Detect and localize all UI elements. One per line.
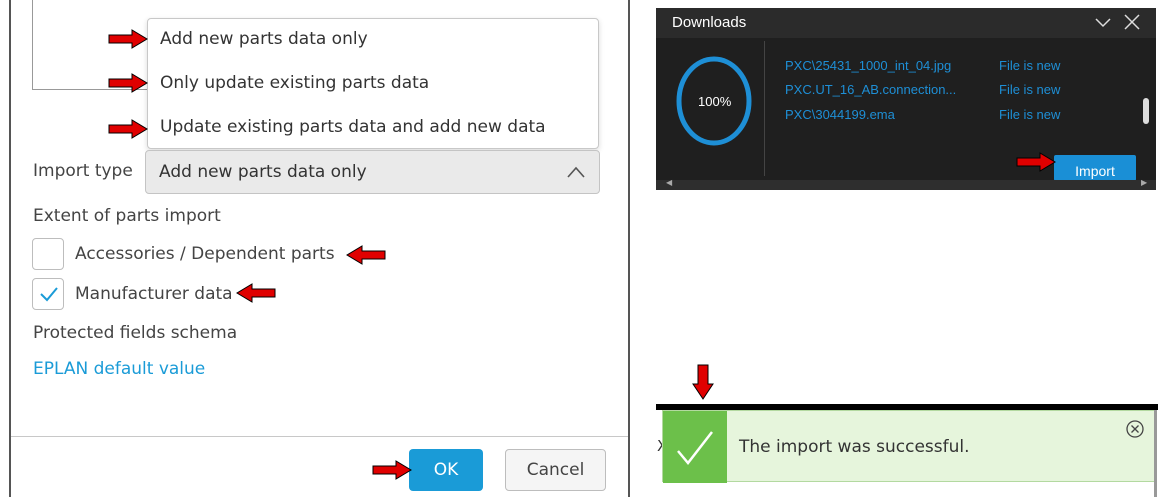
protected-fields-label: Protected fields schema: [33, 323, 238, 343]
downloads-header: Downloads: [656, 8, 1156, 38]
toast-message: The import was successful.: [739, 437, 970, 457]
download-file-status: File is new: [999, 58, 1061, 73]
cancel-button[interactable]: Cancel: [505, 449, 606, 491]
accessories-checkbox[interactable]: [32, 238, 64, 270]
download-file-status: File is new: [999, 107, 1061, 122]
checkmark-icon: [40, 287, 58, 302]
toast-right-border: [1154, 410, 1157, 497]
scroll-right-icon[interactable]: ▶: [1141, 178, 1147, 187]
panel-divider: [628, 0, 630, 497]
protected-fields-link[interactable]: EPLAN default value: [33, 359, 205, 379]
chevron-up-icon: [567, 166, 585, 178]
vertical-scrollbar[interactable]: [1143, 98, 1149, 124]
close-icon[interactable]: [1122, 12, 1142, 32]
scroll-left-icon[interactable]: ◀: [666, 178, 672, 187]
accessories-label: Accessories / Dependent parts: [75, 244, 335, 264]
download-file-name[interactable]: PXC.UT_16_AB.connection...: [785, 82, 956, 97]
arrow-right-icon: [108, 29, 148, 49]
downloads-title: Downloads: [672, 14, 747, 31]
checkmark-icon: [677, 431, 713, 465]
download-file-name[interactable]: PXC\25431_1000_int_04.jpg: [785, 58, 951, 73]
arrow-right-icon: [108, 119, 148, 139]
arrow-left-icon: [236, 283, 276, 303]
import-type-select[interactable]: Add new parts data only: [145, 150, 600, 194]
import-button[interactable]: Import: [1054, 155, 1136, 181]
arrow-left-icon: [346, 245, 386, 265]
downloads-panel: Downloads 100% PXC\25431_1000_int_04.jpg…: [656, 8, 1156, 190]
manufacturer-data-label: Manufacturer data: [75, 284, 233, 304]
arrow-right-icon: [108, 73, 148, 93]
horizontal-scrollbar[interactable]: ◀ ▶: [656, 178, 1156, 190]
left-panel-border: [9, 0, 11, 497]
ok-button[interactable]: OK: [409, 449, 483, 491]
arrow-right-icon: [372, 460, 412, 480]
arrow-down-icon: [692, 364, 714, 400]
manufacturer-data-checkbox[interactable]: [32, 278, 64, 310]
close-circle-icon[interactable]: [1125, 419, 1145, 439]
import-type-dropdown-menu: Add new parts data only Only update exis…: [147, 18, 599, 149]
success-icon-box: [663, 411, 727, 483]
downloads-divider: [764, 41, 765, 176]
import-type-value: Add new parts data only: [159, 162, 367, 182]
import-type-label: Import type: [33, 161, 133, 181]
arrow-right-icon: [1016, 152, 1056, 172]
dropdown-option-add-new[interactable]: Add new parts data only: [160, 29, 368, 49]
dropdown-option-update-and-add[interactable]: Update existing parts data and add new d…: [160, 117, 546, 137]
dropdown-option-update-existing[interactable]: Only update existing parts data: [160, 73, 429, 93]
success-toast: The import was successful.: [662, 410, 1156, 483]
progress-value: 100%: [698, 94, 732, 109]
download-file-name[interactable]: PXC\3044199.ema: [785, 107, 895, 122]
footer-divider: [11, 436, 628, 437]
download-file-status: File is new: [999, 82, 1061, 97]
chevron-down-icon[interactable]: [1093, 12, 1113, 32]
extent-label: Extent of parts import: [33, 206, 221, 226]
